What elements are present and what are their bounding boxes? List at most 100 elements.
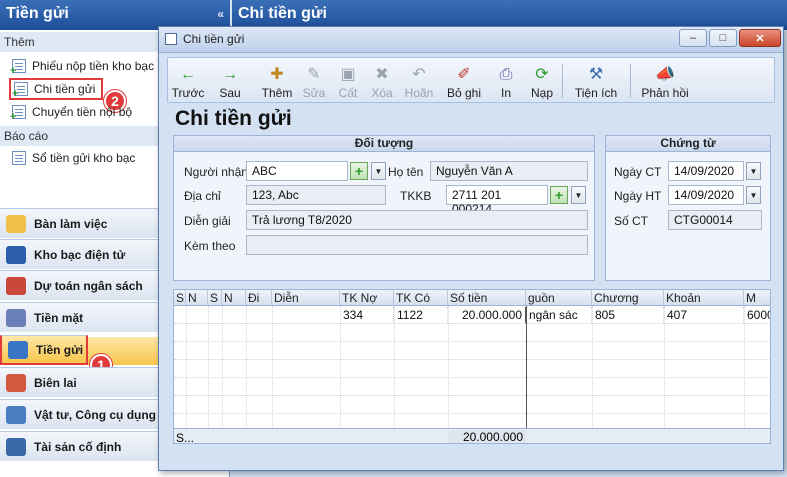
receiver-dropdown-icon[interactable]: ▼ bbox=[371, 162, 386, 180]
nav-label: Biên lai bbox=[34, 375, 77, 390]
feedback-button[interactable]: 📣 Phản hồi bbox=[640, 60, 690, 102]
grid-line bbox=[174, 413, 770, 414]
delete-icon: ✖ bbox=[375, 66, 389, 83]
col-header[interactable]: TK Nợ bbox=[340, 290, 394, 306]
next-button[interactable]: → Sau bbox=[214, 60, 246, 102]
toolbar-separator bbox=[630, 64, 631, 98]
nav-tien-gui[interactable]: Tiền gửi bbox=[0, 335, 88, 365]
col-header[interactable]: guồn bbox=[526, 290, 592, 306]
edit-label: Sửa bbox=[302, 86, 326, 100]
link-label: Chi tiền gửi bbox=[34, 82, 96, 96]
nav-label: Tiền gửi bbox=[36, 342, 84, 357]
budget-icon bbox=[6, 276, 26, 295]
maximize-button[interactable]: □ bbox=[709, 29, 737, 47]
add-icon: ✚ bbox=[270, 66, 284, 83]
dien-giai-label: Diễn giải bbox=[184, 214, 231, 228]
nguoi-nhan-input[interactable]: ABC bbox=[246, 161, 348, 181]
ngay-ct-input[interactable]: 14/09/2020 bbox=[668, 161, 744, 181]
dien-giai-input[interactable]: Trả lương T8/2020 bbox=[246, 210, 588, 230]
unpost-button[interactable]: ✐ Bỏ ghi bbox=[444, 60, 484, 102]
grid-cell[interactable]: ngân sác bbox=[526, 307, 592, 323]
utilities-label: Tiện ích bbox=[574, 86, 618, 100]
col-header[interactable]: N bbox=[186, 290, 208, 306]
save-button[interactable]: ▣ Cất bbox=[334, 60, 362, 102]
reload-icon: ⟳ bbox=[535, 66, 549, 83]
link-so-tien-gui[interactable]: Sổ tiền gửi kho bạc bbox=[12, 148, 135, 168]
ho-ten-input[interactable]: Nguyễn Văn A bbox=[430, 161, 588, 181]
grid-cell[interactable]: 407 bbox=[664, 307, 744, 323]
col-header[interactable]: Diễn bbox=[272, 290, 340, 306]
grid-vline bbox=[664, 306, 665, 428]
add-account-button[interactable]: + bbox=[550, 186, 568, 204]
col-header[interactable]: Số tiền bbox=[448, 290, 526, 306]
chung-tu-group: Chứng từ Ngày CT 14/09/2020 ▼ Ngày HT 14… bbox=[605, 135, 771, 281]
link-phieu-nop-tien[interactable]: Phiếu nộp tiền kho bạc bbox=[10, 56, 155, 77]
asset-icon bbox=[6, 437, 26, 456]
col-header[interactable]: S bbox=[174, 290, 186, 306]
col-header[interactable]: N bbox=[222, 290, 246, 306]
account-dropdown-icon[interactable]: ▼ bbox=[571, 186, 586, 204]
so-ct-label: Số CT bbox=[614, 214, 649, 228]
grid-line bbox=[174, 323, 770, 324]
link-label: Chuyển tiền nội bộ bbox=[32, 105, 133, 119]
postpone-button[interactable]: ↶ Hoãn bbox=[402, 60, 436, 102]
next-label: Sau bbox=[219, 86, 241, 100]
nav-label: Kho bạc điện tử bbox=[34, 247, 126, 262]
edit-button[interactable]: ✎ Sửa bbox=[300, 60, 328, 102]
nav-label: Tài sản cố định bbox=[34, 439, 122, 454]
ngay-ht-dropdown-icon[interactable]: ▼ bbox=[746, 186, 761, 204]
kem-theo-input[interactable] bbox=[246, 235, 588, 255]
window-icon bbox=[165, 33, 177, 45]
postpone-label: Hoãn bbox=[404, 86, 434, 100]
prev-button[interactable]: ← Trước bbox=[170, 60, 206, 102]
delete-label: Xóa bbox=[371, 86, 393, 100]
delete-button[interactable]: ✖ Xóa bbox=[368, 60, 396, 102]
tools-icon bbox=[6, 405, 26, 424]
grid-vline bbox=[272, 306, 273, 428]
bank-icon bbox=[6, 245, 26, 264]
nav-label: Vật tư, Công cụ dụng cụ bbox=[34, 407, 174, 422]
ngay-ht-label: Ngày HT bbox=[614, 189, 662, 203]
grid-vline bbox=[246, 306, 247, 428]
toolbar: ← Trước → Sau ✚ Thêm ✎ Sửa ▣ Cất ✖ Xóa ↶ Hoãn ✐… bbox=[167, 57, 775, 103]
form-title: Chi tiền gửi bbox=[175, 107, 292, 130]
link-label: Phiếu nộp tiền kho bạc bbox=[32, 59, 155, 73]
print-button[interactable]: ⎙ In bbox=[492, 60, 520, 102]
minimize-button[interactable]: – bbox=[679, 29, 707, 47]
grid-cell[interactable]: 805 bbox=[592, 307, 664, 323]
reload-button[interactable]: ⟳ Nạp bbox=[528, 60, 556, 102]
receipt-icon bbox=[6, 373, 26, 392]
col-header[interactable]: Đi bbox=[246, 290, 272, 306]
undo-icon: ↶ bbox=[412, 66, 426, 83]
add-button[interactable]: ✚ Thêm bbox=[260, 60, 294, 102]
ngay-ht-input[interactable]: 14/09/2020 bbox=[668, 185, 744, 205]
link-chuyen-tien-noi-bo[interactable]: Chuyển tiền nội bộ bbox=[10, 102, 133, 123]
tools-icon: ⚒ bbox=[588, 66, 604, 83]
reload-label: Nạp bbox=[530, 86, 553, 100]
prev-label: Trước bbox=[171, 86, 205, 100]
link-label: Sổ tiền gửi kho bạc bbox=[32, 151, 136, 165]
cash-icon bbox=[6, 308, 26, 327]
collapse-icon[interactable]: « bbox=[217, 7, 224, 21]
close-button[interactable]: ✕ bbox=[739, 29, 781, 47]
grid-cell[interactable]: 334 bbox=[340, 307, 394, 323]
col-header[interactable]: M bbox=[744, 290, 770, 306]
grid-line bbox=[174, 341, 770, 342]
so-ct-input[interactable]: CTG00014 bbox=[668, 210, 762, 230]
grid-cell[interactable]: 20.000.000 bbox=[448, 307, 526, 323]
dia-chi-input[interactable]: 123, Abc bbox=[246, 185, 386, 205]
utilities-button[interactable]: ⚒ Tiện ích bbox=[570, 60, 622, 102]
arrow-right-icon: → bbox=[222, 66, 238, 83]
col-header[interactable]: Khoản bbox=[664, 290, 744, 306]
grid-cell[interactable]: 6000 bbox=[744, 307, 770, 323]
col-header[interactable]: S bbox=[208, 290, 222, 306]
col-header[interactable]: Chương bbox=[592, 290, 664, 306]
link-chi-tien-gui[interactable]: Chi tiền gửi bbox=[9, 78, 103, 100]
col-header[interactable]: TK Có bbox=[394, 290, 448, 306]
grid-vline bbox=[340, 306, 341, 428]
grid-line bbox=[174, 359, 770, 360]
tkkb-input[interactable]: 2711 201 000214 bbox=[446, 185, 548, 216]
ngay-ct-dropdown-icon[interactable]: ▼ bbox=[746, 162, 761, 180]
grid-cell[interactable]: 1122 bbox=[394, 307, 448, 323]
add-receiver-button[interactable]: + bbox=[350, 162, 368, 180]
